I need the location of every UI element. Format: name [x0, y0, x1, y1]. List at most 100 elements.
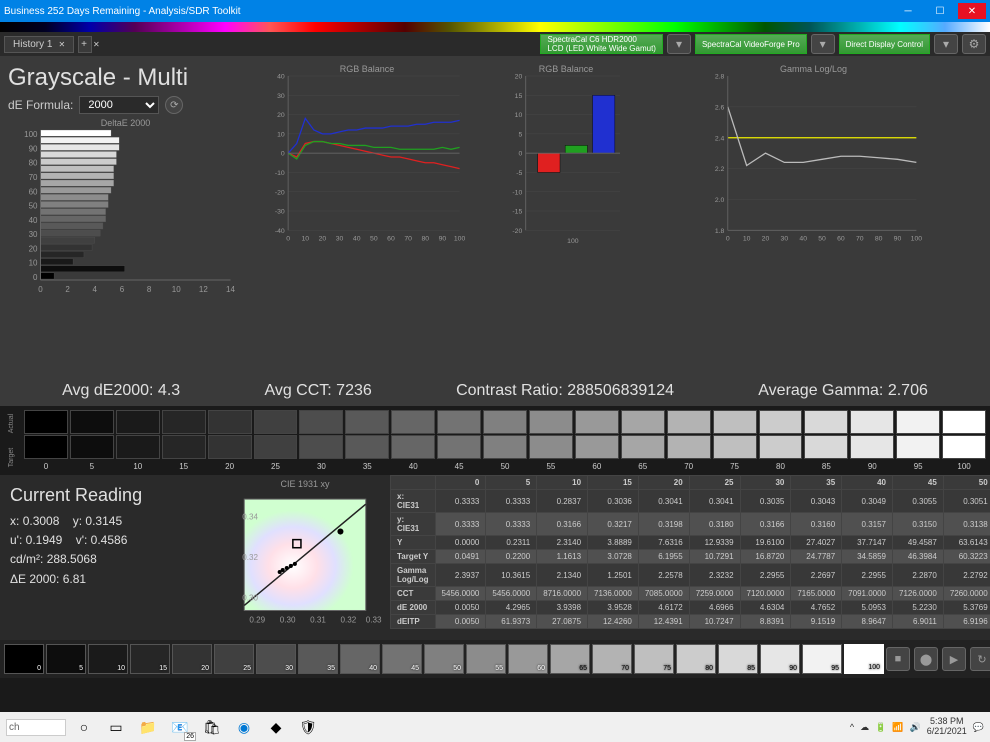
- bottom-swatch[interactable]: 25: [214, 644, 254, 674]
- svg-text:20: 20: [319, 236, 327, 243]
- swatch-col[interactable]: 95: [896, 410, 940, 471]
- svg-text:40: 40: [799, 236, 807, 243]
- cloud-icon[interactable]: ☁: [860, 722, 869, 733]
- app-icon[interactable]: ◆: [262, 715, 290, 739]
- source-dropdown-icon[interactable]: ▾: [811, 34, 835, 54]
- bottom-swatch[interactable]: 20: [172, 644, 212, 674]
- svg-text:0.32: 0.32: [242, 553, 258, 562]
- bottom-swatch[interactable]: 5: [46, 644, 86, 674]
- battery-icon[interactable]: 🔋: [875, 722, 886, 733]
- svg-text:40: 40: [277, 74, 285, 81]
- swatch-col[interactable]: 10: [116, 410, 160, 471]
- swatch-col[interactable]: 20: [208, 410, 252, 471]
- svg-text:0.31: 0.31: [310, 616, 326, 625]
- toolbar: History 1 + SpectraCal C6 HDR2000 LCD (L…: [0, 32, 990, 56]
- swatch-col[interactable]: 45: [437, 410, 481, 471]
- bottom-swatch[interactable]: 15: [130, 644, 170, 674]
- settings-gear-icon[interactable]: ⚙: [962, 34, 986, 54]
- wifi-icon[interactable]: 📶: [892, 722, 903, 733]
- bottom-swatch[interactable]: 0: [4, 644, 44, 674]
- meter-device-button[interactable]: SpectraCal C6 HDR2000 LCD (LED White Wid…: [540, 34, 662, 54]
- bottom-swatch[interactable]: 30: [256, 644, 296, 674]
- swatch-col[interactable]: 5: [70, 410, 114, 471]
- taskbar-search[interactable]: [6, 719, 66, 736]
- ddc-button[interactable]: Direct Display Control: [839, 34, 930, 54]
- cortana-icon[interactable]: ○: [70, 715, 98, 739]
- mail-icon[interactable]: 📧26: [166, 715, 194, 739]
- swatch-col[interactable]: 30: [299, 410, 343, 471]
- swatch-col[interactable]: 60: [575, 410, 619, 471]
- bottom-swatch[interactable]: 45: [382, 644, 422, 674]
- explorer-icon[interactable]: 📁: [134, 715, 162, 739]
- close-button[interactable]: ✕: [958, 3, 986, 19]
- meter-dropdown-icon[interactable]: ▾: [667, 34, 691, 54]
- rgb-bar-chart: RGB Balance -20-15-10-505101520 100: [491, 64, 641, 368]
- record-icon[interactable]: ⬤: [914, 647, 938, 671]
- loop-icon[interactable]: ↻: [970, 647, 990, 671]
- swatch-col[interactable]: 0: [24, 410, 68, 471]
- bottom-swatch[interactable]: 10: [88, 644, 128, 674]
- swatch-col[interactable]: 25: [254, 410, 298, 471]
- add-history-button[interactable]: +: [78, 36, 92, 53]
- swatch-col[interactable]: 90: [850, 410, 894, 471]
- swatch-col[interactable]: 65: [621, 410, 665, 471]
- bottom-swatch[interactable]: 95: [802, 644, 842, 674]
- svg-text:90: 90: [439, 236, 447, 243]
- clock[interactable]: 5:38 PM 6/21/2021: [927, 717, 967, 737]
- tray-up-icon[interactable]: ^: [850, 722, 854, 732]
- page-title: Grayscale - Multi: [8, 64, 243, 92]
- bottom-swatch[interactable]: 60: [508, 644, 548, 674]
- swatch-col[interactable]: 100: [942, 410, 986, 471]
- taskview-icon[interactable]: ▭: [102, 715, 130, 739]
- svg-text:50: 50: [370, 236, 378, 243]
- svg-text:15: 15: [515, 93, 523, 100]
- deltae-chart-title: DeltaE 2000: [101, 118, 151, 128]
- swatch-col[interactable]: 55: [529, 410, 573, 471]
- bottom-swatch[interactable]: 35: [298, 644, 338, 674]
- bottom-swatch[interactable]: 75: [634, 644, 674, 674]
- play-icon[interactable]: ▶: [942, 647, 966, 671]
- bottom-swatch[interactable]: 50: [424, 644, 464, 674]
- bottom-swatch[interactable]: 65: [550, 644, 590, 674]
- refresh-icon[interactable]: ⟳: [165, 96, 183, 114]
- edge-icon[interactable]: ◉: [230, 715, 258, 739]
- bottom-swatch[interactable]: 85: [718, 644, 758, 674]
- notification-icon[interactable]: 💬: [973, 722, 984, 733]
- svg-text:30: 30: [781, 236, 789, 243]
- swatch-col[interactable]: 40: [391, 410, 435, 471]
- volume-icon[interactable]: 🔊: [910, 722, 921, 733]
- svg-text:0.33: 0.33: [366, 616, 382, 625]
- svg-text:2.4: 2.4: [715, 135, 725, 142]
- svg-text:-30: -30: [275, 209, 285, 216]
- svg-text:30: 30: [29, 230, 38, 239]
- minimize-button[interactable]: ─: [894, 3, 922, 19]
- stop-icon[interactable]: ■: [886, 647, 910, 671]
- swatch-col[interactable]: 50: [483, 410, 527, 471]
- de-formula-select[interactable]: 2000: [79, 96, 159, 114]
- bottom-swatch[interactable]: 40: [340, 644, 380, 674]
- svg-text:0: 0: [281, 151, 285, 158]
- swatch-col[interactable]: 85: [804, 410, 848, 471]
- swatch-col[interactable]: 15: [162, 410, 206, 471]
- source-device-button[interactable]: SpectraCal VideoForge Pro: [695, 34, 807, 54]
- store-icon[interactable]: 🛍: [198, 715, 226, 739]
- swatch-col[interactable]: 80: [759, 410, 803, 471]
- shield-icon[interactable]: 🛡: [294, 715, 322, 739]
- de-formula-label: dE Formula:: [8, 98, 73, 112]
- bottom-swatch[interactable]: 100: [844, 644, 884, 674]
- bottom-swatch[interactable]: 90: [760, 644, 800, 674]
- svg-text:-40: -40: [275, 228, 285, 235]
- cie-title: CIE 1931 xy: [224, 479, 386, 489]
- bottom-swatch[interactable]: 80: [676, 644, 716, 674]
- swatch-col[interactable]: 75: [713, 410, 757, 471]
- ddc-dropdown-icon[interactable]: ▾: [934, 34, 958, 54]
- maximize-button[interactable]: ☐: [926, 3, 954, 19]
- swatch-col[interactable]: 70: [667, 410, 711, 471]
- bottom-strip: 0510152025303540455055606570758085909510…: [0, 640, 990, 678]
- data-table[interactable]: 05101520253035404550556065x: CIE310.3333…: [390, 475, 990, 640]
- swatch-col[interactable]: 35: [345, 410, 389, 471]
- svg-text:100: 100: [911, 236, 923, 243]
- bottom-swatch[interactable]: 70: [592, 644, 632, 674]
- history-tab[interactable]: History 1: [4, 36, 74, 53]
- bottom-swatch[interactable]: 55: [466, 644, 506, 674]
